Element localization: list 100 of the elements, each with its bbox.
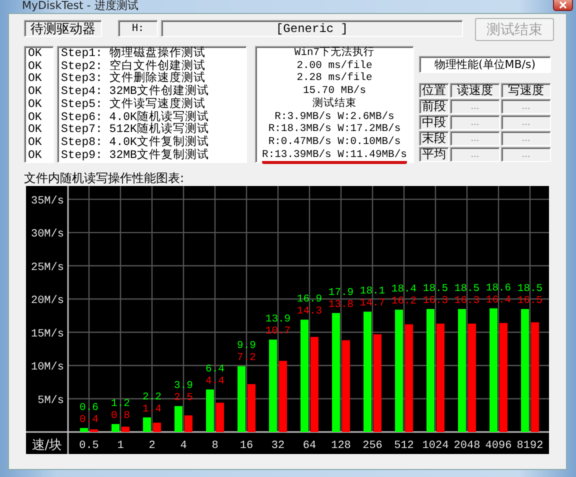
table-cell: ... [450,147,500,162]
step-text: Step5: 文件读写速度测试 [61,98,206,111]
data-label: 0.4 [80,414,98,426]
data-label: 18.5 [454,283,480,295]
x-axis-label: 256 [362,440,382,452]
x-axis-label: 2048 [454,440,480,452]
data-label: 16.9 [296,294,322,306]
physical-title: 物理性能(单位MB/s) [419,56,551,73]
table-cell: ... [501,99,551,114]
chart-title: 文件内随机读写操作性能图表: [24,171,186,185]
column-header: 读速度 [450,83,500,98]
y-axis-label: 10M/s [30,362,64,374]
x-axis-title: 速/块 [32,438,62,453]
data-label: 14.3 [296,306,322,318]
data-label: 14.7 [360,298,386,310]
status-text: OK [28,73,43,86]
data-label: 6.4 [206,363,224,376]
result-text: 2.00 ms/file [296,60,372,72]
data-label: 10.7 [265,326,291,338]
data-label: 4.4 [206,375,224,388]
row-header: 平均 [419,147,449,162]
data-label: 18.4 [391,284,417,296]
close-button[interactable] [553,0,573,11]
y-axis-label: 35M/s [30,195,64,208]
y-axis-label: 25M/s [30,262,64,274]
row-header: 末段 [419,131,449,146]
data-label: 2.5 [174,392,193,404]
status-text: OK [28,60,43,73]
step-text: Step6: 4.0K随机读写测试 [61,112,210,124]
close-icon [558,1,568,9]
result-text: R:13.39MB/s W:11.49MB/s [262,148,407,164]
table-cell: ... [501,115,551,130]
data-label: 13.9 [265,314,291,326]
result-text: R:3.9MB/s W:2.6MB/s [274,110,394,123]
drive-letter: H: [118,20,158,37]
data-label: 9.9 [237,340,256,352]
result-text: Win7下无法执行 [294,47,375,60]
table-cell: ... [450,131,500,146]
x-axis-label: 0.5 [79,440,99,452]
result-text: 测试结束 [312,98,356,111]
step-text: Step2: 空白文件创建测试 [61,60,206,73]
table-cell: ... [450,99,500,114]
result-text: R:0.47MB/s W:0.10MB/s [268,136,401,149]
x-axis-label: 64 [302,440,316,452]
x-axis-label: 2 [148,440,156,452]
data-label: 1.4 [142,403,162,416]
row-header: 前段 [419,99,449,114]
status-text: OK [28,150,43,162]
result-text: R:18.3MB/s W:17.2MB/s [268,123,401,136]
data-label: 3.9 [174,380,193,392]
step-text: Step3: 文件删除速度测试 [61,73,206,86]
table-cell: ... [450,115,500,130]
data-label: 18.1 [360,286,386,298]
data-label: 1.2 [111,398,130,410]
data-label: 16.3 [454,295,480,307]
data-label: 0.8 [111,410,130,422]
step-text: Step7: 512K随机读写测试 [61,124,210,136]
data-label: 7.2 [237,352,256,364]
status-text: OK [28,86,43,99]
y-axis-label: 15M/s [30,328,64,340]
row-header: 中段 [419,115,449,130]
table-cell: ... [501,131,551,146]
data-label: 16.4 [486,294,512,306]
result-text: 15.70 MB/s [302,85,366,98]
status-text: OK [28,112,43,124]
status-text: OK [28,98,43,112]
step-text: Step1: 物理磁盘操作测试 [61,48,206,60]
data-label: 13.8 [328,299,354,311]
x-axis-label: 512 [394,440,414,452]
x-axis-label: 4 [180,440,187,452]
status-text: OK [28,136,43,150]
y-axis-label: 30M/s [30,228,64,241]
data-label: 18.6 [486,282,512,294]
step-text: Step8: 4.0K文件复制测试 [61,136,210,149]
data-label: 16.2 [391,296,417,308]
step-text: Step9: 32MB文件复制测试 [61,150,210,162]
data-label: 18.5 [517,283,543,295]
drive-name: [Generic ] [161,20,463,37]
table-cell: ... [501,147,551,162]
x-axis-label: 1 [117,440,124,452]
step-text: Step4: 32MB文件创建测试 [61,86,210,98]
window-title: MyDiskTest - 进度测试 [22,0,138,12]
status-text: OK [28,48,43,61]
column-header: 写速度 [501,83,551,98]
x-axis-label: 16 [240,440,254,452]
x-axis-label: 8192 [516,440,544,452]
data-label: 16.3 [422,295,448,307]
status-text: OK [28,124,43,137]
data-label: 16.5 [517,295,543,307]
drive-label: 待测驱动器 [24,20,102,37]
data-label: 0.6 [80,402,98,414]
x-axis-label: 128 [331,440,351,452]
data-label: 18.5 [422,283,448,295]
x-axis-label: 32 [271,440,285,452]
result-text: 2.28 ms/file [296,72,372,85]
column-header: 位置 [419,83,449,98]
data-label: 17.9 [328,287,354,299]
x-axis-label: 1024 [422,440,449,452]
y-axis-label: 20M/s [30,295,64,308]
data-label: 2.2 [142,391,162,404]
